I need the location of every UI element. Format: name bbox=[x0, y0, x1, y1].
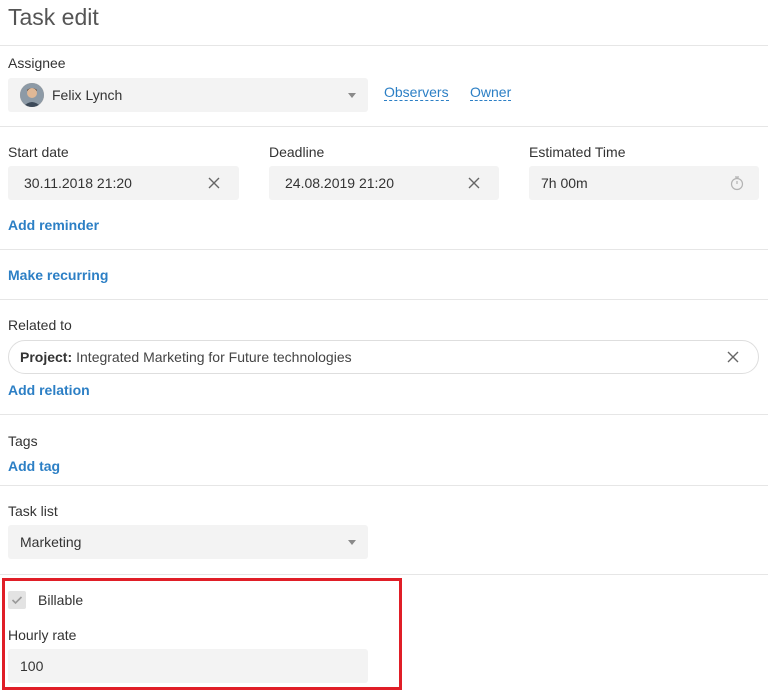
start-date-value: 30.11.2018 21:20 bbox=[24, 175, 132, 191]
start-date-label: Start date bbox=[8, 144, 69, 160]
divider bbox=[0, 574, 768, 575]
close-icon[interactable] bbox=[207, 176, 221, 190]
assignee-label: Assignee bbox=[8, 55, 66, 71]
related-to-label: Related to bbox=[8, 317, 72, 333]
page-title: Task edit bbox=[8, 4, 99, 30]
chevron-down-icon bbox=[348, 540, 356, 545]
assignee-value: Felix Lynch bbox=[52, 87, 123, 103]
divider bbox=[0, 249, 768, 250]
deadline-value: 24.08.2019 21:20 bbox=[285, 175, 394, 191]
highlight-box bbox=[2, 578, 402, 690]
divider bbox=[0, 299, 768, 300]
divider bbox=[0, 414, 768, 415]
close-icon[interactable] bbox=[726, 350, 740, 364]
add-reminder-link[interactable]: Add reminder bbox=[8, 217, 99, 233]
observers-link[interactable]: Observers bbox=[384, 84, 449, 101]
close-icon[interactable] bbox=[467, 176, 481, 190]
add-tag-link[interactable]: Add tag bbox=[8, 458, 60, 474]
estimated-time-input[interactable]: 7h 00m bbox=[529, 166, 759, 200]
stopwatch-icon bbox=[730, 176, 744, 191]
chevron-down-icon bbox=[348, 93, 356, 98]
task-list-value: Marketing bbox=[20, 534, 82, 550]
tags-label: Tags bbox=[8, 433, 38, 449]
related-value: Integrated Marketing for Future technolo… bbox=[76, 349, 352, 365]
deadline-input[interactable]: 24.08.2019 21:20 bbox=[269, 166, 499, 200]
assignee-select[interactable]: Felix Lynch bbox=[8, 78, 368, 112]
make-recurring-link[interactable]: Make recurring bbox=[8, 267, 108, 283]
start-date-input[interactable]: 30.11.2018 21:20 bbox=[8, 166, 239, 200]
estimated-time-label: Estimated Time bbox=[529, 144, 626, 160]
divider bbox=[0, 485, 768, 486]
divider bbox=[0, 126, 768, 127]
add-relation-link[interactable]: Add relation bbox=[8, 382, 90, 398]
related-key: Project: bbox=[20, 349, 73, 365]
divider bbox=[0, 45, 768, 46]
task-list-label: Task list bbox=[8, 503, 58, 519]
deadline-label: Deadline bbox=[269, 144, 325, 160]
avatar bbox=[20, 83, 44, 107]
related-project-field[interactable]: Project: Integrated Marketing for Future… bbox=[8, 340, 759, 374]
task-list-select[interactable]: Marketing bbox=[8, 525, 368, 559]
owner-link[interactable]: Owner bbox=[470, 84, 512, 101]
estimated-time-value: 7h 00m bbox=[541, 175, 588, 191]
